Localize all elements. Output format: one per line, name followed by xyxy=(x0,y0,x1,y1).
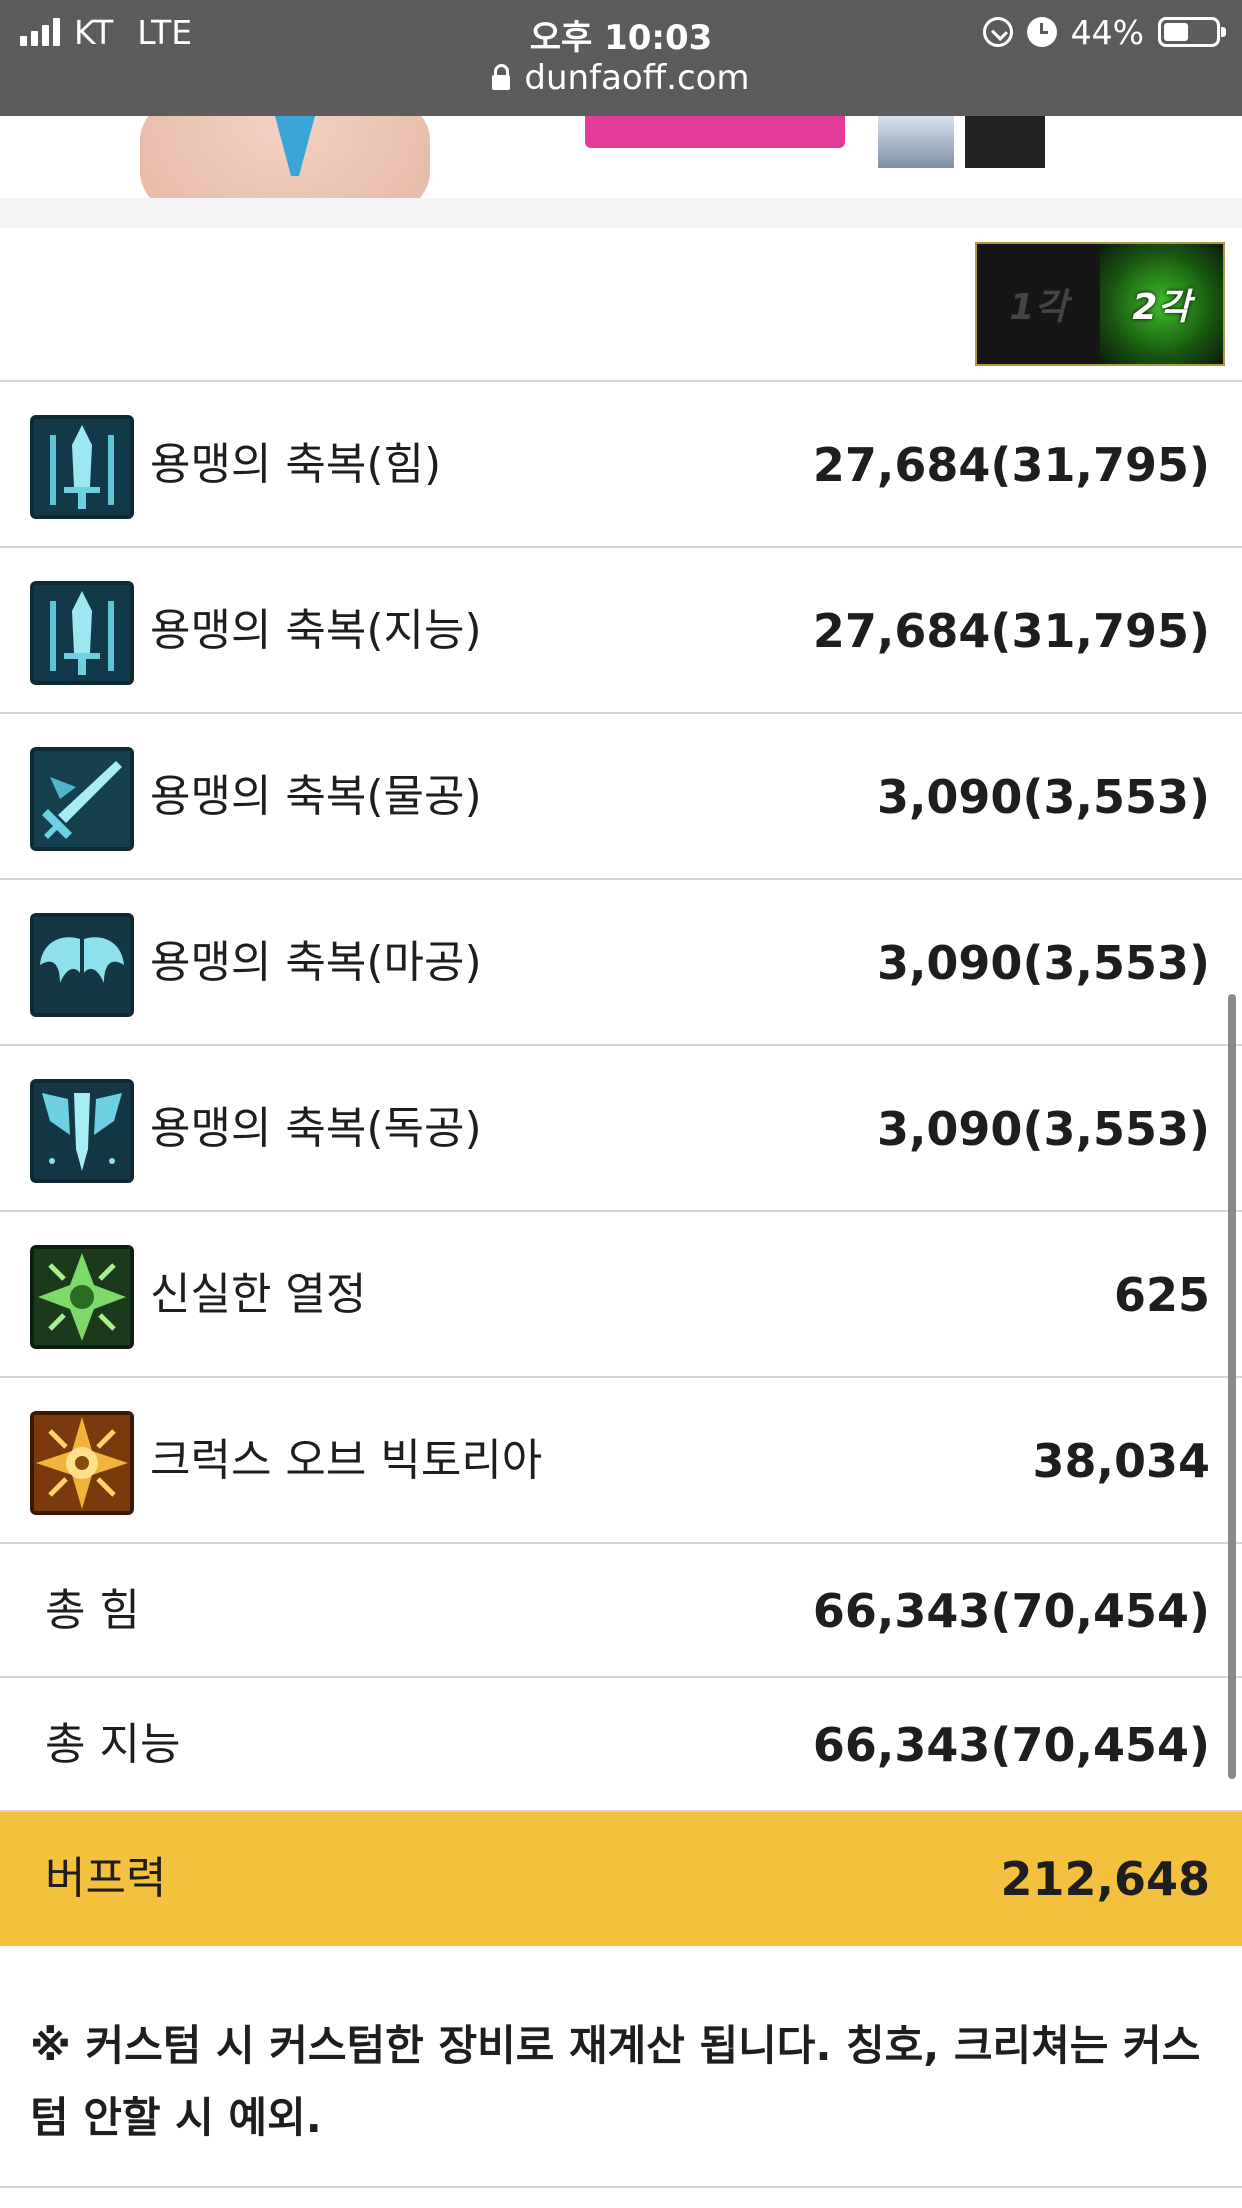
awakening-selector-row: 1각 2각 xyxy=(0,228,1242,382)
buff-name: 용맹의 축복(물공) xyxy=(150,771,482,822)
buff-name: 크럭스 오브 빅토리아 xyxy=(150,1435,543,1486)
green-cross-icon xyxy=(30,1245,134,1349)
buff-row: 크럭스 오브 빅토리아 38,034 xyxy=(0,1378,1242,1544)
buff-name: 용맹의 축복(힘) xyxy=(150,439,442,490)
orientation-lock-icon xyxy=(982,17,1013,47)
sword-blessing-icon xyxy=(30,581,134,685)
sword-blessing-icon xyxy=(30,415,134,519)
total-value: 66,343(70,454) xyxy=(812,1584,1210,1638)
buff-value: 38,034 xyxy=(1032,1434,1210,1488)
url-text: dunfaoff.com xyxy=(524,58,750,98)
buff-value: 3,090(3,553) xyxy=(876,770,1210,824)
buff-name: 신실한 열정 xyxy=(150,1269,367,1320)
scrollbar[interactable] xyxy=(1228,994,1236,1779)
battery-percent: 44% xyxy=(1070,12,1144,52)
status-bar: KT LTE 오후 10:03 44% dunfaoff.com xyxy=(0,0,1242,116)
buff-row: 용맹의 축복(물공) 3,090(3,553) xyxy=(0,714,1242,880)
wings-icon xyxy=(30,913,134,1017)
url-bar[interactable]: dunfaoff.com xyxy=(0,58,1242,98)
buff-value: 27,684(31,795) xyxy=(812,438,1210,492)
ad-product-image-2 xyxy=(965,116,1045,168)
awakening-selector: 1각 2각 xyxy=(975,242,1225,366)
buff-power-label: 버프력 xyxy=(45,1853,167,1904)
buff-name: 용맹의 축복(독공) xyxy=(150,1103,482,1154)
awakening-1-button[interactable]: 1각 xyxy=(977,244,1100,364)
total-strength-row: 총 힘 66,343(70,454) xyxy=(0,1544,1242,1678)
buff-power-row: 버프력 212,648 xyxy=(0,1812,1242,1946)
buff-row: 용맹의 축복(힘) 27,684(31,795) xyxy=(0,382,1242,548)
crossed-sword-icon xyxy=(30,747,134,851)
ad-banner[interactable] xyxy=(0,116,1242,198)
total-intelligence-row: 총 지능 66,343(70,454) xyxy=(0,1678,1242,1812)
buff-value: 625 xyxy=(1113,1268,1210,1322)
total-label: 총 힘 xyxy=(45,1585,140,1636)
ad-product-image xyxy=(878,116,954,168)
buff-row: 용맹의 축복(지능) 27,684(31,795) xyxy=(0,548,1242,714)
total-label: 총 지능 xyxy=(45,1719,181,1770)
buff-value: 3,090(3,553) xyxy=(876,936,1210,990)
buff-list: 용맹의 축복(힘) 27,684(31,795) 용맹의 축복(지능) 27,6… xyxy=(0,382,1242,1946)
buff-power-value: 212,648 xyxy=(1000,1852,1210,1906)
buff-name: 용맹의 축복(마공) xyxy=(150,937,482,988)
buff-row: 용맹의 축복(독공) 3,090(3,553) xyxy=(0,1046,1242,1212)
golden-emblem-icon xyxy=(30,1411,134,1515)
alarm-icon xyxy=(1026,17,1057,47)
total-value: 66,343(70,454) xyxy=(812,1718,1210,1772)
custom-note: ※ 커스텀 시 커스텀한 장비로 재계산 됩니다. 칭호, 크리쳐는 커스텀 안… xyxy=(30,2021,1201,2142)
ad-headline-image xyxy=(585,116,845,148)
buff-value: 27,684(31,795) xyxy=(812,604,1210,658)
buff-row: 신실한 열정 625 xyxy=(0,1212,1242,1378)
status-right: 44% xyxy=(982,12,1226,52)
section-divider xyxy=(0,198,1242,228)
lock-icon xyxy=(492,63,511,90)
awakening-2-button[interactable]: 2각 xyxy=(1100,244,1223,364)
buff-value: 3,090(3,553) xyxy=(876,1102,1210,1156)
divider xyxy=(0,2186,1242,2188)
buff-row: 용맹의 축복(마공) 3,090(3,553) xyxy=(0,880,1242,1046)
winged-sword-icon xyxy=(30,1079,134,1183)
battery-icon xyxy=(1158,17,1226,47)
buff-name: 용맹의 축복(지능) xyxy=(150,605,482,656)
